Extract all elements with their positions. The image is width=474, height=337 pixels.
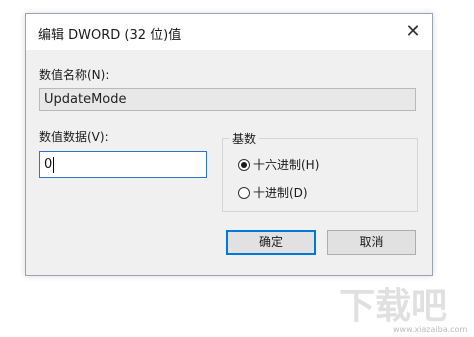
value-data-label: 数值数据(V): <box>39 130 109 144</box>
cancel-button[interactable]: 取消 <box>327 230 416 255</box>
radio-hex[interactable]: 十六进制(H) <box>238 156 319 173</box>
text-caret <box>53 156 55 173</box>
value-data-text: 0 <box>44 157 53 172</box>
radio-decimal-button[interactable] <box>238 186 250 199</box>
page: 编辑 DWORD (32 位)值 ✕ 数值名称(N): UpdateMode 数… <box>0 0 474 337</box>
radio-hex-button[interactable] <box>238 158 250 171</box>
radio-decimal-label: 十进制(D) <box>253 186 308 200</box>
dialog-title: 编辑 DWORD (32 位)值 <box>38 28 182 43</box>
xiazaiba-watermark-logo: 下载吧 www.xiazaiba.com <box>339 286 467 334</box>
svg-text:下载吧: 下载吧 <box>339 286 447 327</box>
close-button[interactable]: ✕ <box>398 18 428 46</box>
base-legend: 基数 <box>229 130 260 147</box>
close-icon: ✕ <box>405 21 421 42</box>
value-data-input[interactable]: 0 <box>39 151 207 178</box>
radio-decimal[interactable]: 十进制(D) <box>238 184 308 201</box>
radio-hex-label: 十六进制(H) <box>253 158 320 172</box>
edit-dword-dialog: 编辑 DWORD (32 位)值 ✕ 数值名称(N): UpdateMode 数… <box>25 13 433 276</box>
svg-text:www.xiazaiba.com: www.xiazaiba.com <box>393 325 467 334</box>
title-bar[interactable]: 编辑 DWORD (32 位)值 ✕ <box>26 14 432 50</box>
value-name-field: UpdateMode <box>39 88 416 111</box>
value-name-label: 数值名称(N): <box>39 68 110 82</box>
ok-button[interactable]: 确定 <box>226 230 316 255</box>
